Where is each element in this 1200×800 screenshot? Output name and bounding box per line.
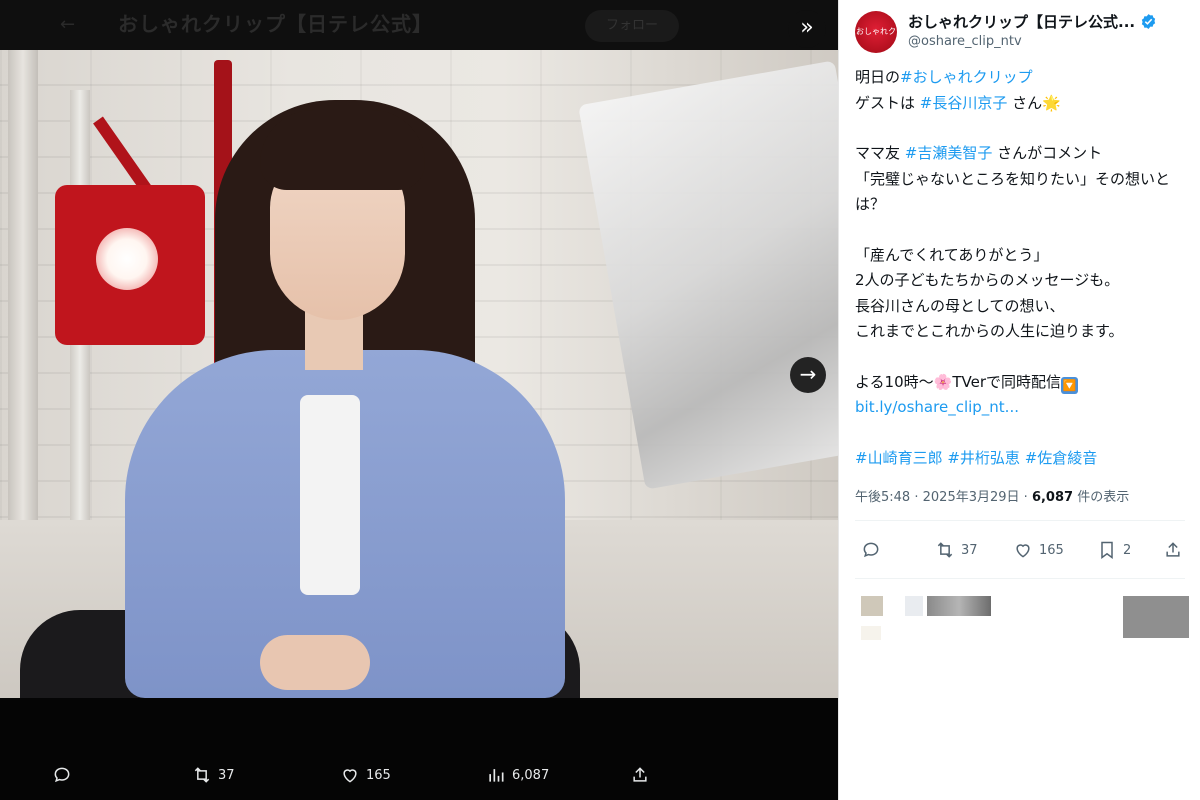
reply-icon [863, 542, 879, 558]
text-line-8: これまでとこれからの人生に迫ります。 [855, 322, 1124, 340]
author-name-row: おしゃれクリップ【日テレ公式... [908, 11, 1157, 32]
meta-separator: · [1023, 490, 1028, 505]
text-line-9: よる10時〜🌸TVerで同時配信 🔽 [855, 370, 1195, 396]
like-count: 165 [1039, 542, 1064, 558]
viewer-views-button[interactable]: 6,087 [486, 762, 549, 788]
retweet-icon [937, 542, 953, 558]
blurred-text [927, 596, 991, 616]
next-image-icon[interactable]: → [790, 357, 826, 393]
reply-composer-placeholder [839, 588, 1200, 648]
tver-link[interactable]: bit.ly/oshare_clip_nt... [855, 395, 1195, 421]
like-button[interactable]: 165 [1013, 540, 1064, 560]
hashtag-kichise[interactable]: #吉瀬美智子 [905, 144, 993, 162]
meta-separator: · [914, 490, 919, 505]
white-shirt [300, 395, 360, 595]
text-segment: 明日の [855, 68, 901, 86]
text-segment: ゲストは [855, 93, 916, 112]
tweet-stats-bar: 37 165 2 [861, 538, 1183, 566]
hashtag-sakura[interactable]: #佐倉綾音 [1025, 449, 1098, 467]
verified-badge-icon [1141, 14, 1156, 29]
blurred-block [861, 626, 881, 640]
viewer-header-title: おしゃれクリップ【日テレ公式】 [118, 12, 433, 36]
divider [855, 578, 1185, 579]
text-segment: さん [1012, 93, 1043, 112]
text-line-6: 2人の子どもたちからのメッセージも。 [855, 271, 1120, 289]
media-viewer: ← おしゃれクリップ【日テレ公式】 フォロー » → 37 165 6,087 [0, 0, 838, 800]
avatar-logo-text: おしゃれクリップ [856, 27, 896, 36]
viewer-follow-button[interactable]: フォロー [585, 10, 679, 42]
text-segment: ママ友 [855, 144, 901, 162]
bookmark-button[interactable]: 2 [1097, 540, 1131, 560]
hashtag-yamazaki[interactable]: #山崎育三郎 [855, 449, 943, 467]
hashtag-oshare-clip[interactable]: #おしゃれクリップ [900, 68, 1033, 86]
back-arrow-icon[interactable]: ← [60, 14, 78, 35]
viewer-like-count: 165 [366, 767, 391, 783]
viewer-top-bar: ← おしゃれクリップ【日テレ公式】 フォロー [0, 0, 838, 50]
tweet-views-label: 件の表示 [1077, 490, 1130, 505]
text-line-3: ママ友 #吉瀬美智子 さんがコメント [855, 141, 1195, 167]
text-line-4: 「完璧じゃないところを知りたい」その想いとは？ [855, 169, 1171, 214]
blurred-avatar [861, 596, 883, 616]
blurred-block [905, 596, 923, 616]
text-line-tags: #山崎育三郎 #井桁弘恵 #佐倉綾音 [855, 446, 1195, 472]
divider [855, 520, 1185, 521]
blurred-button[interactable] [1123, 596, 1189, 638]
retweet-count: 37 [961, 542, 978, 558]
bookmark-count: 2 [1123, 542, 1132, 558]
tweet-views-number: 6,087 [1031, 490, 1074, 505]
share-icon [1166, 542, 1180, 557]
viewer-share-button[interactable] [630, 762, 656, 788]
down-arrow-emoji-icon: 🔽 [1060, 376, 1078, 394]
text-line-7: 長谷川さんの母としての想い、 [855, 296, 1065, 315]
hands [260, 635, 370, 690]
viewer-like-button[interactable]: 165 [340, 762, 391, 788]
text-line-1: 明日の#おしゃれクリップ [855, 65, 1195, 91]
guest-figure [20, 50, 590, 730]
text-line-5: 「産んでくれてありがとう」 [855, 245, 1049, 264]
text-segment: さんがコメント [997, 144, 1103, 162]
views-chart-icon [489, 769, 504, 782]
text-segment: TVerで同時配信 [952, 372, 1061, 391]
text-line-2: ゲストは #長谷川京子 さん🌟 [855, 91, 1195, 117]
tweet-date[interactable]: 2025年3月29日 [923, 490, 1020, 505]
viewer-reply-button[interactable] [52, 762, 78, 788]
heart-icon [343, 769, 357, 783]
hair-bangs [260, 110, 425, 190]
tweet-panel: おしゃれクリップ おしゃれクリップ【日テレ公式... @oshare_clip_… [838, 0, 1200, 800]
retweet-icon [194, 767, 210, 783]
reply-button[interactable] [861, 540, 881, 560]
share-button[interactable] [1163, 540, 1183, 560]
viewer-action-bar: 37 165 6,087 [0, 750, 838, 800]
author-handle[interactable]: @oshare_clip_ntv [908, 34, 1022, 49]
hashtag-igeta[interactable]: #井桁弘恵 [947, 449, 1020, 467]
retweet-button[interactable]: 37 [935, 540, 978, 560]
star-emoji-icon: 🌟 [1042, 93, 1061, 112]
collapse-panel-icon[interactable]: » [788, 10, 826, 48]
text-segment: よる10時〜 [855, 372, 934, 391]
bookmark-icon [1101, 541, 1113, 559]
tweet-text: 明日の#おしゃれクリップ ゲストは #長谷川京子 さん🌟 ママ友 #吉瀬美智子 … [855, 65, 1195, 471]
profile-avatar[interactable]: おしゃれクリップ [855, 11, 897, 53]
heart-icon [1016, 544, 1030, 558]
hashtag-hasegawa[interactable]: #長谷川京子 [920, 94, 1008, 112]
share-icon [633, 767, 647, 782]
tweet-time[interactable]: 午後5:48 [855, 490, 910, 505]
flower-emoji-icon: 🌸 [933, 372, 953, 391]
author-display-name[interactable]: おしゃれクリップ【日テレ公式... [908, 11, 1135, 32]
tweet-meta: 午後5:48 · 2025年3月29日 · 6,087 件の表示 [855, 486, 1129, 505]
viewer-retweet-count: 37 [218, 767, 235, 783]
reply-icon [54, 767, 70, 783]
viewer-views-count: 6,087 [512, 767, 550, 783]
viewer-retweet-button[interactable]: 37 [192, 762, 235, 788]
